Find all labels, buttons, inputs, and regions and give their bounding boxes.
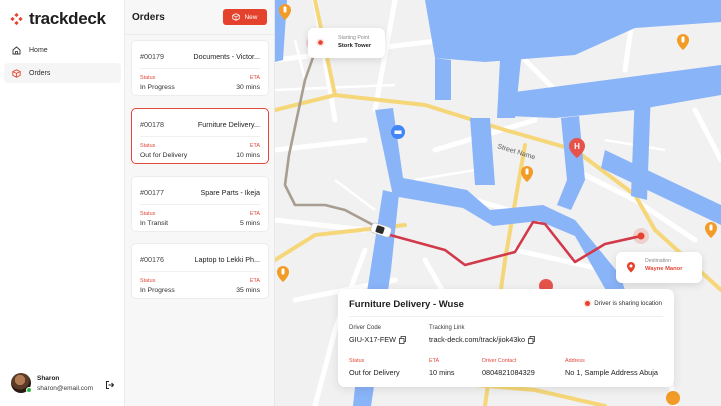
sidebar-item-orders[interactable]: Orders xyxy=(4,63,121,83)
tracking-link-label: Tracking Link xyxy=(429,325,465,331)
home-icon xyxy=(11,45,21,55)
copy-icon[interactable] xyxy=(399,335,406,344)
order-eta: 10 mins xyxy=(236,152,260,159)
address-value: No 1, Sample Address Abuja xyxy=(565,368,658,377)
restaurant-pin-icon[interactable] xyxy=(666,391,680,405)
start-point-card[interactable]: Starting Point Stork Tower xyxy=(308,28,385,58)
live-dot-icon xyxy=(585,301,591,306)
eta-value: 10 mins xyxy=(429,368,455,377)
divider xyxy=(125,34,275,35)
location-pin-icon xyxy=(627,262,635,273)
driver-code: GIU-X17-FEW xyxy=(349,335,397,344)
sidebar-item-label: Home xyxy=(29,46,48,54)
divider xyxy=(140,136,260,137)
order-id: #00177 xyxy=(140,188,164,197)
order-id: #00179 xyxy=(140,52,164,61)
destination-value: Wayne Manor xyxy=(645,266,683,272)
box-icon xyxy=(11,68,21,78)
order-title: Laptop to Lekki Ph... xyxy=(194,255,260,264)
box-icon xyxy=(232,13,241,21)
order-status: Out for Delivery xyxy=(140,152,188,159)
online-indicator xyxy=(26,387,32,393)
order-card-selected[interactable]: #00178 Furniture Delivery... Status ETA … xyxy=(131,108,269,164)
order-eta: 5 mins xyxy=(239,220,260,227)
driver-code-field: GIU-X17-FEW xyxy=(349,335,406,344)
driver-contact-label: Driver Contact xyxy=(482,358,517,364)
order-title: Spare Parts - Ikeja xyxy=(200,188,260,197)
status-label: Status xyxy=(140,211,156,217)
eta-label: ETA xyxy=(249,211,260,217)
user-email: sharon@email.com xyxy=(37,384,94,392)
eta-label: ETA xyxy=(249,278,260,284)
status-label: Status xyxy=(140,143,156,149)
status-label: Status xyxy=(349,358,365,364)
trackdeck-logo-icon xyxy=(10,12,24,26)
sidebar-item-label: Orders xyxy=(29,69,51,77)
delivery-details-panel: Furniture Delivery - Wuse Driver is shar… xyxy=(338,289,674,387)
eta-label: ETA xyxy=(249,143,260,149)
sidebar-item-home[interactable]: Home xyxy=(4,40,121,60)
order-id: #00176 xyxy=(140,255,164,264)
page-title: Orders xyxy=(132,12,165,23)
brand[interactable]: trackdeck xyxy=(10,9,106,29)
logout-icon[interactable] xyxy=(105,377,115,389)
user-profile[interactable]: Sharon sharon@email.com xyxy=(11,373,93,393)
delivery-title: Furniture Delivery - Wuse xyxy=(349,299,464,310)
tracking-link[interactable]: track-deck.com/track/jiok43ko xyxy=(429,335,525,344)
destination-card[interactable]: Destination Wayne Manor xyxy=(616,252,702,283)
status-value: Out for Delivery xyxy=(349,368,400,377)
eta-label: ETA xyxy=(249,75,260,81)
order-status: In Progress xyxy=(140,84,175,91)
divider xyxy=(349,316,663,317)
destination-label: Destination xyxy=(645,258,671,264)
order-id: #00178 xyxy=(140,120,164,129)
svg-text:H: H xyxy=(574,142,580,151)
order-card[interactable]: #00176 Laptop to Lekki Ph... Status ETA … xyxy=(131,243,269,299)
new-order-label: New xyxy=(244,13,258,21)
status-label: Status xyxy=(140,278,156,284)
brand-name: trackdeck xyxy=(29,9,106,28)
sidebar: trackdeck Home Orders Sharon sharon@emai… xyxy=(0,0,125,406)
copy-icon[interactable] xyxy=(528,335,536,344)
driver-code-label: Driver Code xyxy=(349,325,382,331)
order-eta: 30 mins xyxy=(236,84,260,91)
order-card[interactable]: #00179 Documents - Victor... Status ETA … xyxy=(131,40,269,96)
address-label: Address xyxy=(565,358,585,364)
tracking-link-field: track-deck.com/track/jiok43ko xyxy=(429,335,536,344)
divider xyxy=(140,204,260,205)
start-value: Stork Tower xyxy=(338,43,372,49)
destination-marker[interactable] xyxy=(637,232,645,240)
status-label: Status xyxy=(140,75,156,81)
order-card[interactable]: #00177 Spare Parts - Ikeja Status ETA In… xyxy=(131,176,269,232)
new-order-button[interactable]: New xyxy=(223,9,267,25)
start-label: Starting Point xyxy=(338,35,370,41)
sharing-status: Driver is sharing location xyxy=(585,300,662,307)
order-title: Documents - Victor... xyxy=(193,52,260,61)
user-name: Sharon xyxy=(37,374,60,382)
avatar xyxy=(11,373,32,393)
divider xyxy=(140,68,260,69)
sidebar-nav: Home Orders xyxy=(4,40,121,86)
order-eta: 35 mins xyxy=(236,287,260,294)
order-status: In Progress xyxy=(140,287,175,294)
driver-contact-value: 0804821084329 xyxy=(482,368,535,377)
order-title: Furniture Delivery... xyxy=(197,120,260,129)
divider xyxy=(140,271,260,272)
start-dot-icon xyxy=(316,38,325,47)
hotel-pin-icon[interactable] xyxy=(391,125,405,139)
order-status: In Transit xyxy=(140,220,168,227)
eta-label: ETA xyxy=(429,358,440,364)
sharing-text: Driver is sharing location xyxy=(594,300,662,307)
orders-panel: Orders New #00179 Documents - Victor... … xyxy=(125,0,275,406)
